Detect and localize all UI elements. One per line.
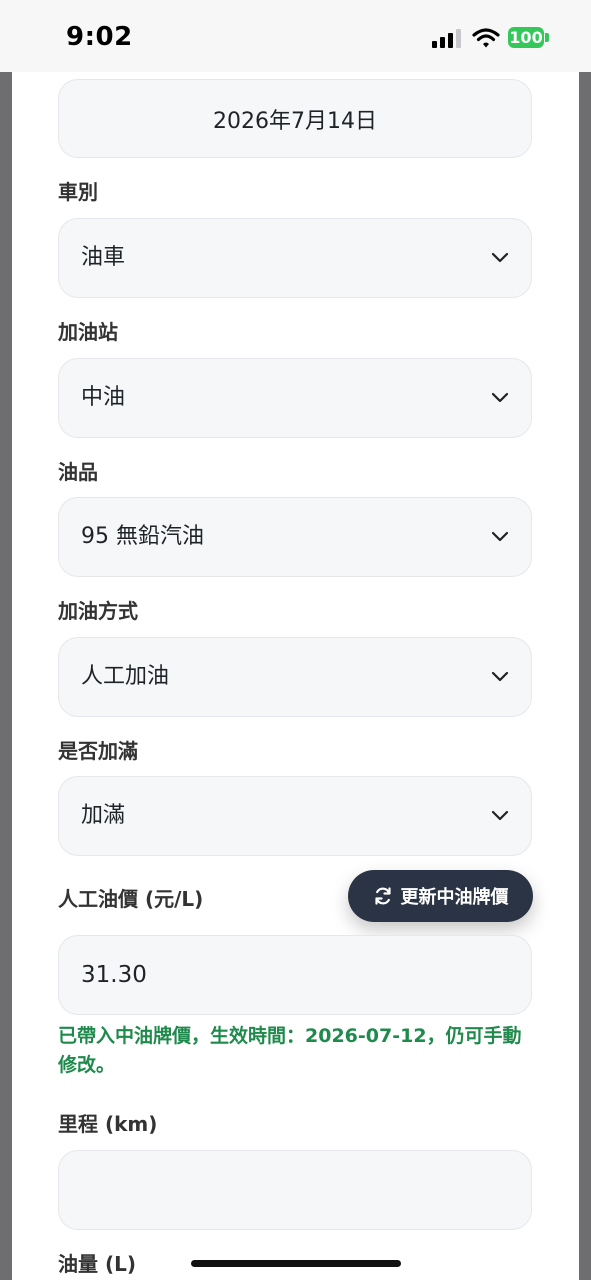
chevron-down-icon (491, 392, 509, 403)
status-bar: 9:02 100 (0, 0, 591, 72)
chevron-down-icon (491, 810, 509, 821)
manual-price-input[interactable]: 31.30 (58, 935, 532, 1015)
fuel-product-label: 油品 (58, 460, 98, 484)
mileage-input[interactable] (58, 1150, 532, 1230)
fuel-product-value: 95 無鉛汽油 (81, 524, 204, 549)
chevron-down-icon (491, 252, 509, 263)
full-tank-select[interactable]: 加滿 (58, 776, 532, 856)
chevron-down-icon (491, 531, 509, 542)
vehicle-type-value: 油車 (81, 245, 126, 270)
vehicle-type-select[interactable]: 油車 (58, 218, 532, 298)
signal-icon (432, 29, 461, 48)
full-tank-value: 加滿 (81, 803, 126, 828)
chevron-down-icon (491, 671, 509, 682)
home-indicator (191, 1260, 401, 1267)
fueling-method-select[interactable]: 人工加油 (58, 637, 532, 717)
fueling-method-value: 人工加油 (81, 664, 170, 689)
date-field[interactable]: 2026年7月14日 (58, 79, 532, 158)
battery-cap (545, 33, 549, 42)
manual-price-value: 31.30 (81, 962, 147, 988)
fuel-amount-label: 油量 (L) (58, 1252, 136, 1276)
status-time: 9:02 (66, 22, 133, 52)
refresh-icon (374, 887, 391, 905)
fuel-record-form: 2026年7月14日 車別 油車 加油站 中油 油品 95 無鉛汽油 加油方式 … (12, 72, 579, 1280)
vehicle-type-label: 車別 (58, 180, 98, 204)
full-tank-label: 是否加滿 (58, 739, 138, 763)
price-hint: 已帶入中油牌價，生效時間：2026-07-12，仍可手動修改。 (58, 1025, 522, 1076)
update-cpc-price-button[interactable]: 更新中油牌價 (348, 870, 533, 922)
update-cpc-price-label: 更新中油牌價 (400, 887, 509, 908)
fuel-product-select[interactable]: 95 無鉛汽油 (58, 497, 532, 577)
gas-station-label: 加油站 (58, 320, 118, 344)
fueling-method-label: 加油方式 (58, 599, 138, 623)
wifi-icon (472, 28, 500, 48)
mileage-label: 里程 (km) (58, 1112, 158, 1136)
battery-indicator: 100 (508, 27, 544, 48)
gas-station-select[interactable]: 中油 (58, 358, 532, 438)
gas-station-value: 中油 (81, 385, 126, 410)
manual-price-label: 人工油價 (元/L) (58, 887, 204, 911)
